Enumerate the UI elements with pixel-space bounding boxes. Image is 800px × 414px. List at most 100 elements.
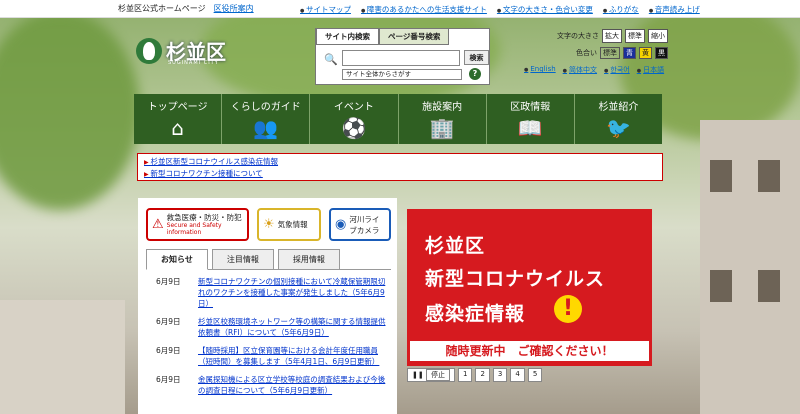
nav-facilities[interactable]: 施設案内 🏢	[399, 94, 487, 144]
nav-about-suginami[interactable]: 杉並紹介 🐦	[575, 94, 662, 144]
bird-icon: 🐦	[605, 116, 631, 140]
search-scope-select[interactable]: サイト全体からさがす	[342, 69, 462, 80]
logo-emblem-icon	[136, 37, 162, 64]
news-link[interactable]: 金属探知機による区立学校等校庭の調査結果および今後の調査日程について（5年6月9…	[198, 374, 390, 396]
list-item: 6月9日 金属探知機による区立学校等校庭の調査結果および今後の調査日程について（…	[146, 374, 391, 396]
color-yellow-button[interactable]: 黄	[639, 47, 652, 59]
nav-top-page[interactable]: トップページ ⌂	[134, 94, 223, 144]
furigana-link[interactable]: ふりがな	[603, 4, 639, 15]
tab-notices[interactable]: お知らせ	[146, 249, 208, 270]
color-black-button[interactable]: 黒	[655, 47, 668, 59]
building-left	[0, 300, 125, 414]
search-tabs: サイト内検索 ページ番号検索	[316, 28, 450, 45]
pager-page-3[interactable]: 3	[492, 368, 508, 382]
text-size-color-link[interactable]: 文字の大きさ・色合い変更	[497, 4, 593, 15]
book-icon: 📖	[517, 116, 543, 140]
lang-japanese-link[interactable]: 日本語	[637, 65, 664, 75]
river-camera-button[interactable]: ◉ 河川ライブカメラ	[329, 208, 391, 241]
news-tabs: お知らせ 注目情報 採用情報	[146, 249, 397, 270]
search-icon: 🔍	[324, 53, 338, 66]
tab-featured[interactable]: 注目情報	[211, 249, 274, 270]
tab-site-search[interactable]: サイト内検索	[316, 28, 379, 45]
pager-page-4[interactable]: 4	[510, 368, 525, 382]
news-date: 6月9日	[156, 346, 181, 355]
pager-page-1[interactable]: 1	[457, 368, 473, 382]
site-name: 杉並区公式ホームページ	[118, 4, 206, 13]
color-blue-button[interactable]: 青	[623, 47, 636, 59]
list-item: 6月9日 杉並区校務環境ネットワーク等の構築に関する情報提供依頼書（RFI）につ…	[146, 316, 391, 338]
building-right	[700, 120, 800, 414]
global-nav: トップページ ⌂ くらしのガイド 👥 イベント ⚽ 施設案内 🏢 区政情報 📖 …	[134, 94, 662, 144]
home-icon: ⌂	[171, 116, 184, 140]
news-date: 6月9日	[156, 375, 181, 384]
pager-page-5[interactable]: 5	[527, 368, 543, 382]
nav-living-guide[interactable]: くらしのガイド 👥	[222, 94, 311, 144]
nav-label: 区政情報	[510, 102, 551, 113]
pager-stop-label: 停止	[425, 369, 450, 381]
left-panel: ⚠ 救急医療・防災・防犯 Secure and Safety informati…	[138, 198, 397, 414]
banner-line-2: 新型コロナウイルス	[425, 268, 606, 290]
logo-subtitle: SUGINAMI CITY	[168, 60, 219, 66]
city-logo[interactable]: 杉並区 SUGINAMI CITY	[136, 36, 226, 66]
text-size-smaller-button[interactable]: 縮小	[648, 29, 668, 43]
news-link[interactable]: 新型コロナワクチンの個別接種において冷蔵保管期限切れのワクチンを接種した事案が発…	[198, 276, 390, 309]
speech-link[interactable]: 音声読み上げ	[649, 4, 700, 15]
search-input[interactable]	[342, 50, 460, 66]
banner-line-1: 杉並区	[425, 235, 486, 257]
office-guide-link[interactable]: 区役所案内	[214, 3, 254, 14]
nav-label: 施設案内	[422, 102, 463, 113]
alert-icon: !	[554, 295, 582, 323]
list-item: 6月9日 新型コロナワクチンの個別接種において冷蔵保管期限切れのワクチンを接種し…	[146, 276, 391, 309]
color-row: 色合い 標準 青 黄 黒	[530, 47, 668, 59]
pager-stop-button[interactable]: ❚❚ 停止	[407, 368, 455, 382]
vaccine-info-link[interactable]: 新型コロナワクチン接種について	[144, 168, 656, 180]
display-settings: 文字の大きさ 拡大 標準 縮小 色合い 標準 青 黄 黒	[530, 29, 668, 63]
weather-info-button[interactable]: ☀ 気象情報	[257, 208, 321, 241]
pager-page-2[interactable]: 2	[475, 368, 490, 382]
urgent-notices: 杉並区新型コロナウイルス感染症情報 新型コロナワクチン接種について	[137, 153, 663, 181]
nav-label: トップページ	[147, 102, 208, 113]
search-button[interactable]: 検索	[464, 50, 489, 65]
covid-info-link[interactable]: 杉並区新型コロナウイルス感染症情報	[144, 156, 656, 168]
news-date: 6月9日	[156, 277, 181, 286]
camera-icon: ◉	[335, 217, 347, 232]
nav-label: 杉並紹介	[598, 102, 639, 113]
nav-label: イベント	[333, 102, 374, 113]
color-label: 色合い	[576, 49, 597, 57]
lang-korean-link[interactable]: 한국어	[604, 65, 629, 75]
tab-page-number-search[interactable]: ページ番号検索	[379, 28, 450, 45]
banner-line-3: 感染症情報	[425, 303, 526, 325]
warning-icon: ⚠	[152, 217, 164, 232]
covid-banner[interactable]: 杉並区 新型コロナウイルス 感染症情報 ! 随時更新中 ご確認ください！	[407, 209, 652, 366]
nav-events[interactable]: イベント ⚽	[310, 94, 399, 144]
lang-chinese-link[interactable]: 简体中文	[563, 65, 597, 75]
accessibility-support-link[interactable]: 障害のあるかたへの生活支援サイト	[361, 4, 487, 15]
facility-icon: 🏢	[429, 116, 455, 140]
text-size-standard-button[interactable]: 標準	[625, 29, 645, 43]
tab-recruitment[interactable]: 採用情報	[277, 249, 340, 270]
text-size-larger-button[interactable]: 拡大	[602, 29, 622, 43]
emergency-label-en: Secure and Safety information	[166, 222, 222, 236]
color-standard-button[interactable]: 標準	[600, 47, 620, 59]
quick-buttons: ⚠ 救急医療・防災・防犯 Secure and Safety informati…	[138, 198, 397, 241]
tree-foliage	[0, 10, 140, 210]
event-icon: ⚽	[341, 116, 367, 140]
news-list: 6月9日 新型コロナワクチンの個別接種において冷蔵保管期限切れのワクチンを接種し…	[146, 269, 391, 396]
search-help-icon[interactable]: ?	[469, 68, 481, 80]
people-icon: 👥	[253, 116, 279, 140]
building-window	[710, 160, 732, 192]
news-link[interactable]: 【随時採用】区立保育園等における会計年度任用職員（短時間）を募集します（5年4月…	[198, 345, 390, 367]
top-links: サイトマップ 障害のあるかたへの生活支援サイト 文字の大きさ・色合い変更 ふりが…	[300, 4, 700, 15]
news-date: 6月9日	[156, 317, 181, 326]
emergency-info-button[interactable]: ⚠ 救急医療・防災・防犯 Secure and Safety informati…	[146, 208, 249, 241]
nav-label: くらしのガイド	[230, 102, 301, 113]
sitemap-link[interactable]: サイトマップ	[300, 4, 351, 15]
nav-municipal-info[interactable]: 区政情報 📖	[487, 94, 575, 144]
search-box: サイト内検索 ページ番号検索 🔍 検索 サイト全体からさがす ?	[315, 28, 490, 85]
news-link[interactable]: 杉並区校務環境ネットワーク等の構築に関する情報提供依頼書（RFI）について（5年…	[198, 316, 390, 338]
weather-icon: ☀	[263, 217, 275, 232]
lang-english-link[interactable]: English	[524, 65, 555, 75]
building-window	[758, 160, 780, 192]
banner-strip: 随時更新中 ご確認ください！	[410, 341, 649, 361]
camera-label: 河川ライブカメラ	[349, 214, 380, 235]
